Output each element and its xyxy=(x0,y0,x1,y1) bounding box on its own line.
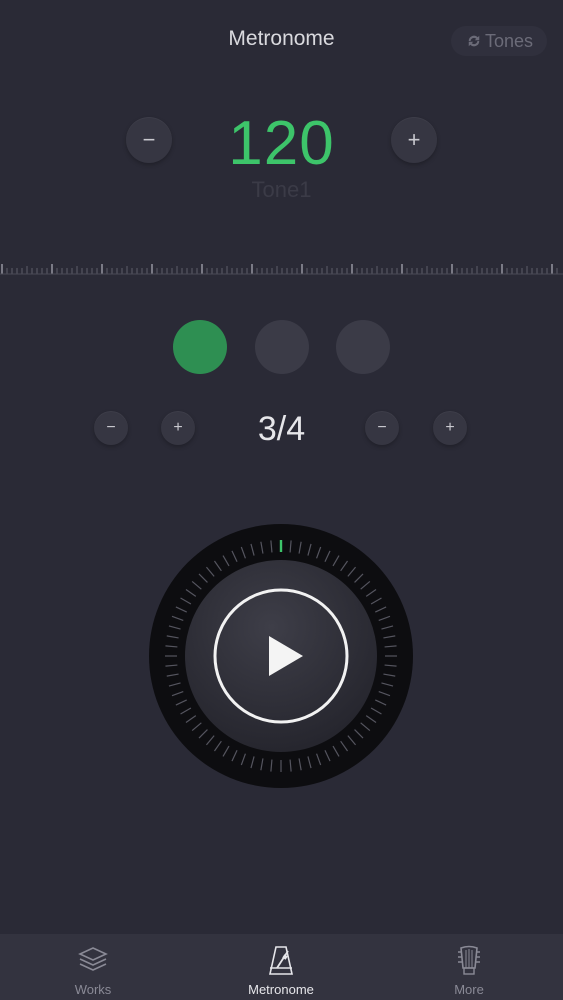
tones-label: Tones xyxy=(484,30,534,51)
tempo-increase-button[interactable]: + xyxy=(391,117,437,163)
beat-indicator-active xyxy=(173,320,227,374)
bpm-value: 120 xyxy=(228,109,335,178)
note-value-decrease-button[interactable]: − xyxy=(365,411,399,445)
beat-indicator xyxy=(336,320,390,374)
time-signature: 3/4 xyxy=(257,410,306,448)
tab-label: More xyxy=(454,982,484,997)
tab-metronome[interactable]: Metronome xyxy=(221,934,341,1000)
beat-indicator xyxy=(255,320,309,374)
tab-more[interactable]: More xyxy=(409,934,529,1000)
tab-works[interactable]: Works xyxy=(33,934,153,1000)
tab-label: Metronome xyxy=(248,982,314,997)
metronome-icon xyxy=(269,946,293,975)
note-value-increase-button[interactable]: + xyxy=(433,411,467,445)
layers-icon xyxy=(78,947,108,971)
tempo-ruler[interactable] xyxy=(0,262,563,276)
tone-name: Tone1 xyxy=(251,177,312,202)
tab-bar: Works Metronome More xyxy=(0,934,563,1000)
play-dial[interactable] xyxy=(148,523,414,789)
tab-label: Works xyxy=(74,982,112,997)
refresh-icon xyxy=(468,35,480,47)
guitar-headstock-icon xyxy=(458,945,480,975)
tones-button[interactable]: Tones xyxy=(451,26,547,56)
